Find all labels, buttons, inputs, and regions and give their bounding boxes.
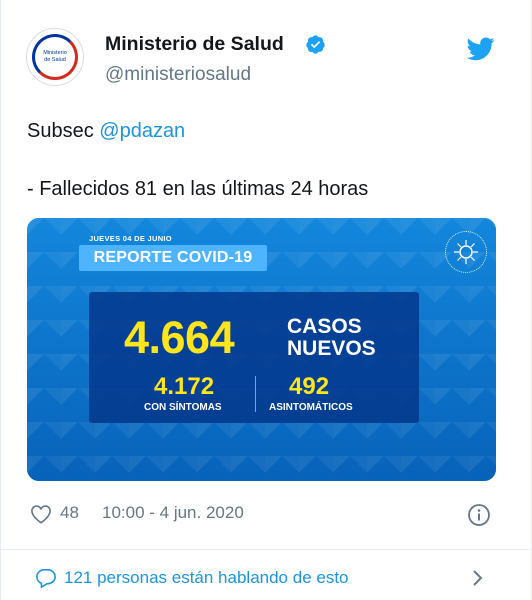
heart-icon[interactable] (30, 504, 52, 524)
tweet-line-2: - Fallecidos 81 en las últimas 24 horas (27, 178, 369, 200)
stats-divider (255, 376, 256, 412)
conversation-link[interactable]: 121 personas están hablando de esto (64, 568, 349, 588)
tweet-card: Ministerio de Salud Ministerio de Salud … (0, 0, 532, 600)
account-handle[interactable]: @ministeriosalud (105, 64, 251, 86)
tweet-text: Subsec @pdazan (27, 116, 185, 146)
tweet-timestamp[interactable]: 10:00 - 4 jun. 2020 (102, 503, 244, 523)
total-cases-label-line-1: CASOS (287, 315, 362, 338)
report-date: JUEVES 04 DE JUNIO (89, 234, 172, 243)
total-cases-label-line-2: NUEVOS (287, 337, 376, 360)
tweet-prefix: Subsec (27, 120, 100, 142)
asymptomatic-label: ASINTOMÁTICOS (269, 402, 353, 413)
divider (1, 549, 532, 550)
avatar-text-2: de Salud (44, 57, 66, 63)
like-count[interactable]: 48 (60, 503, 79, 523)
avatar[interactable]: Ministerio de Salud (26, 28, 84, 86)
asymptomatic-value: 492 (289, 373, 330, 400)
account-name[interactable]: Ministerio de Salud (105, 33, 284, 56)
report-title-banner: REPORTE COVID-19 (79, 245, 267, 271)
cases-panel: 4.664 CASOS NUEVOS 4.172 CON SÍNTOMAS 49… (89, 292, 419, 423)
speech-bubble-icon (36, 569, 56, 588)
report-title: REPORTE COVID-19 (93, 249, 253, 266)
mention-link[interactable]: @pdazan (99, 120, 185, 142)
report-image[interactable]: JUEVES 04 DE JUNIO REPORTE COVID-19 4.66… (27, 218, 496, 481)
symptomatic-label: CON SÍNTOMAS (144, 402, 222, 413)
coronavirus-logo-icon (445, 231, 487, 273)
avatar-text-1: Ministerio (43, 50, 67, 56)
chevron-right-icon[interactable] (472, 569, 484, 587)
symptomatic-value: 4.172 (154, 373, 215, 400)
total-cases-label: CASOS NUEVOS (287, 316, 376, 360)
ministry-logo: Ministerio de Salud (32, 34, 78, 80)
total-cases-value: 4.664 (124, 312, 235, 363)
twitter-bird-icon[interactable] (467, 37, 495, 61)
verified-badge-icon (306, 35, 325, 54)
info-icon[interactable] (467, 503, 491, 527)
